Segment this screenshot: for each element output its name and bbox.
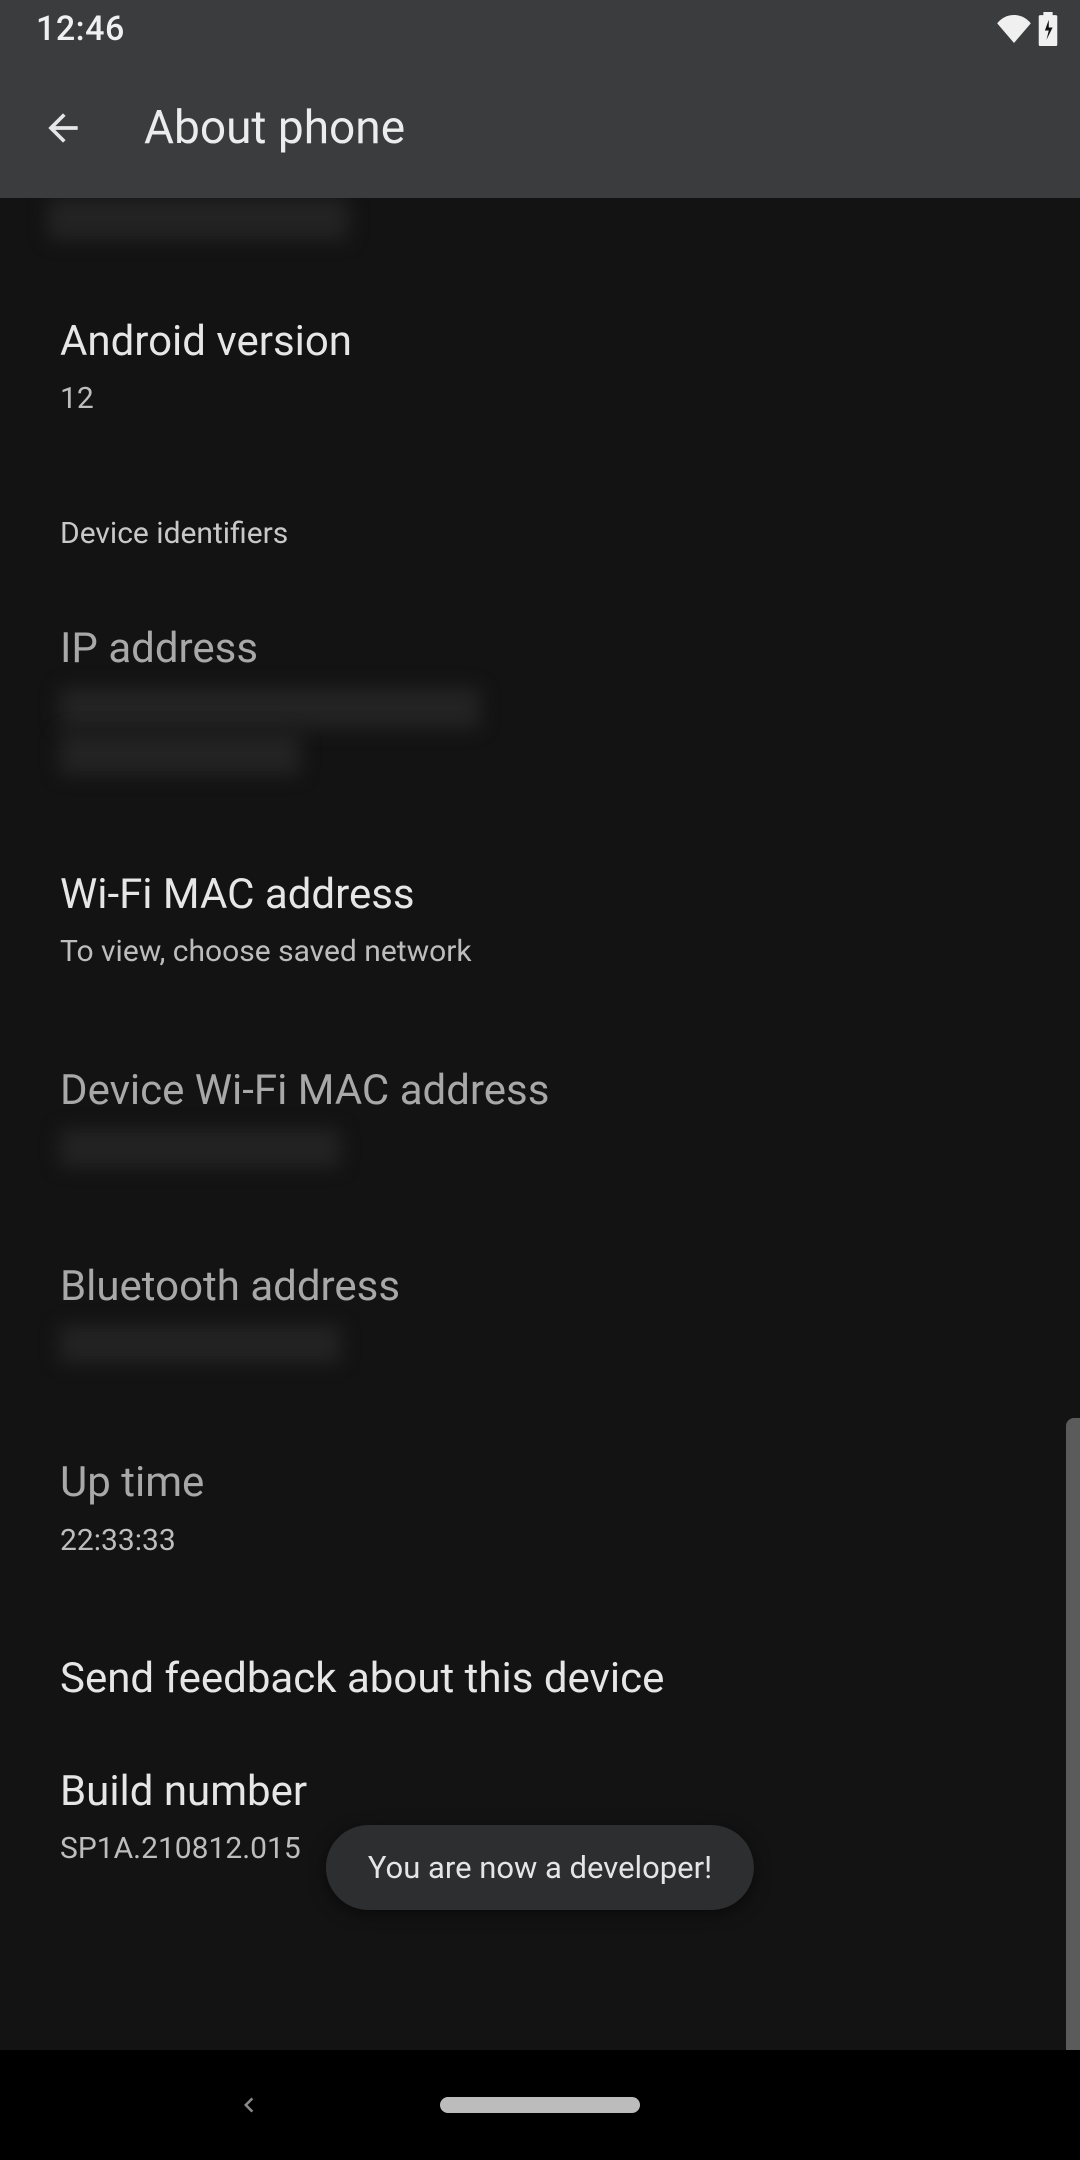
status-tray xyxy=(996,12,1058,46)
row-up-time[interactable]: Up time 22:33:33 xyxy=(0,1409,1080,1605)
row-send-feedback[interactable]: Send feedback about this device xyxy=(0,1605,1080,1749)
row-value: To view, choose saved network xyxy=(60,933,1020,971)
row-bluetooth-address[interactable]: Bluetooth address xx:xx:xx:xx:xx:xx xyxy=(0,1213,1080,1409)
row-android-version[interactable]: Android version 12 xyxy=(0,268,1080,464)
row-ip-address[interactable]: IP address xxxxxxxxxxxxxxxxxxxxx xxxxxxx… xyxy=(0,575,1080,821)
page-title: About phone xyxy=(144,101,405,155)
row-value-redacted: xxxxxxxxxxxxxxxxxxxxx xxxxxxxxxxxx xyxy=(60,687,1020,775)
arrow-back-icon xyxy=(41,106,85,150)
row-title: Android version xyxy=(60,318,1020,366)
nav-back-button[interactable] xyxy=(234,2090,264,2120)
system-nav-bar xyxy=(0,2050,1080,2160)
screen: 12:46 About phone xxxxxxxxxxxxxx Android… xyxy=(0,0,1080,2160)
row-title: Up time xyxy=(60,1459,1020,1507)
developer-toast: You are now a developer! xyxy=(326,1825,754,1910)
row-value: 22:33:33 xyxy=(60,1522,1020,1560)
row-value-redacted: xx:xx:xx:xx:xx:xx xyxy=(60,1325,1020,1363)
row-title: Bluetooth address xyxy=(60,1263,1020,1311)
row-device-wifi-mac[interactable]: Device Wi-Fi MAC address xx:xx:xx:xx:xx:… xyxy=(0,1017,1080,1213)
row-value-redacted: xx:xx:xx:xx:xx:xx xyxy=(60,1129,1020,1167)
wifi-icon xyxy=(996,15,1032,43)
app-bar: About phone xyxy=(0,58,1080,198)
row-title: Build number xyxy=(60,1768,1020,1816)
status-bar: 12:46 xyxy=(0,0,1080,58)
row-title: IP address xyxy=(60,625,1020,673)
row-title: Device Wi-Fi MAC address xyxy=(60,1067,1020,1115)
battery-charging-icon xyxy=(1038,12,1058,46)
back-button[interactable] xyxy=(28,93,98,163)
settings-list[interactable]: xxxxxxxxxxxxxx Android version 12 Device… xyxy=(0,198,1080,2050)
status-clock: 12:46 xyxy=(36,9,125,49)
previous-row-peek[interactable]: xxxxxxxxxxxxxx xyxy=(0,198,1080,268)
row-title: Send feedback about this device xyxy=(60,1655,1020,1703)
scrollbar-thumb[interactable] xyxy=(1066,1418,1080,2050)
gesture-pill[interactable] xyxy=(440,2097,640,2113)
row-wifi-mac[interactable]: Wi-Fi MAC address To view, choose saved … xyxy=(0,821,1080,1017)
section-header-device-identifiers: Device identifiers xyxy=(0,464,1080,575)
row-value: 12 xyxy=(60,380,1020,418)
row-title: Wi-Fi MAC address xyxy=(60,871,1020,919)
redacted-value: xxxxxxxxxxxxxx xyxy=(48,198,348,240)
chevron-left-icon xyxy=(234,2105,264,2124)
